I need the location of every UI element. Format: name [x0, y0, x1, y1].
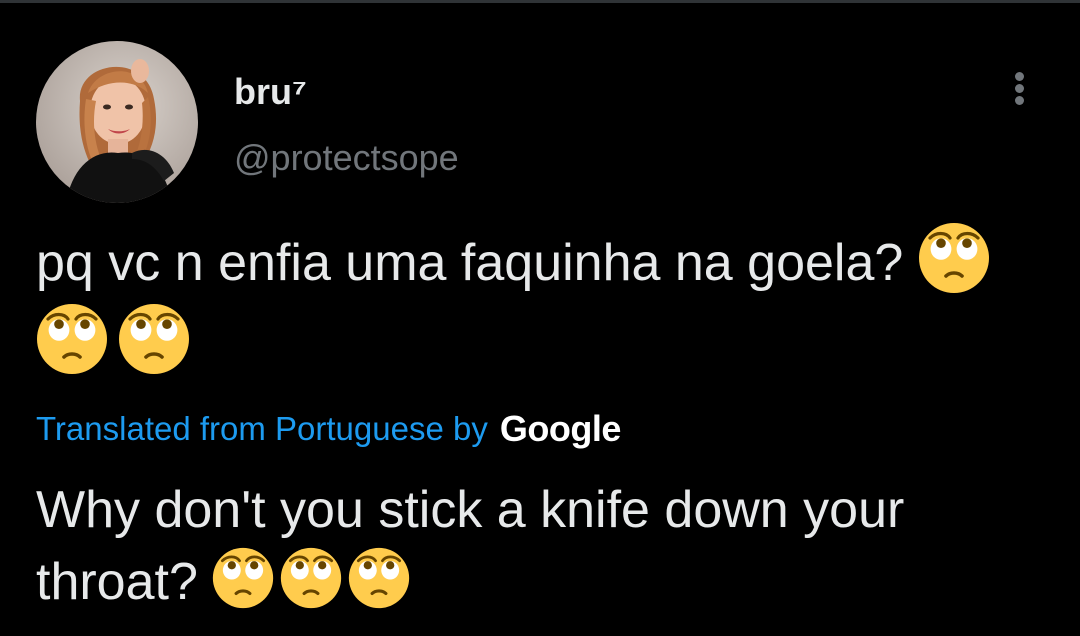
- tweet-card[interactable]: bru⁷ @protectsope pq vc n enfia uma faqu…: [0, 0, 1080, 636]
- tweet-text: pq vc n enfia uma faquinha na goela?: [36, 222, 1036, 384]
- translated-emoji-group: [212, 547, 416, 611]
- translated-text-content: Why don't you stick a knife down your th…: [36, 481, 905, 611]
- more-vertical-icon-dot: [1015, 96, 1024, 105]
- profile-photo-icon: [36, 41, 198, 203]
- rolling-eyes-emoji-icon: [348, 547, 410, 609]
- rolling-eyes-emoji-icon: [280, 547, 342, 609]
- rolling-eyes-emoji-icon: [36, 303, 108, 375]
- more-vertical-icon: [1015, 72, 1024, 81]
- translated-from-label[interactable]: Translated from Portuguese by: [36, 410, 488, 448]
- avatar[interactable]: [36, 41, 198, 203]
- rolling-eyes-emoji-icon: [212, 547, 274, 609]
- translated-text: Why don't you stick a knife down your th…: [36, 474, 1036, 618]
- translation-attribution[interactable]: Translated from Portuguese by Google: [36, 404, 621, 454]
- more-options-button[interactable]: [1003, 66, 1037, 110]
- author-handle[interactable]: @protectsope: [234, 136, 459, 180]
- more-vertical-icon-dot: [1015, 84, 1024, 93]
- google-logo: Google: [499, 408, 622, 449]
- tweet-text-content: pq vc n enfia uma faquinha na goela?: [36, 234, 904, 292]
- author-display-name[interactable]: bru⁷: [234, 70, 307, 114]
- rolling-eyes-emoji-icon: [918, 222, 990, 294]
- rolling-eyes-emoji-icon: [118, 303, 190, 375]
